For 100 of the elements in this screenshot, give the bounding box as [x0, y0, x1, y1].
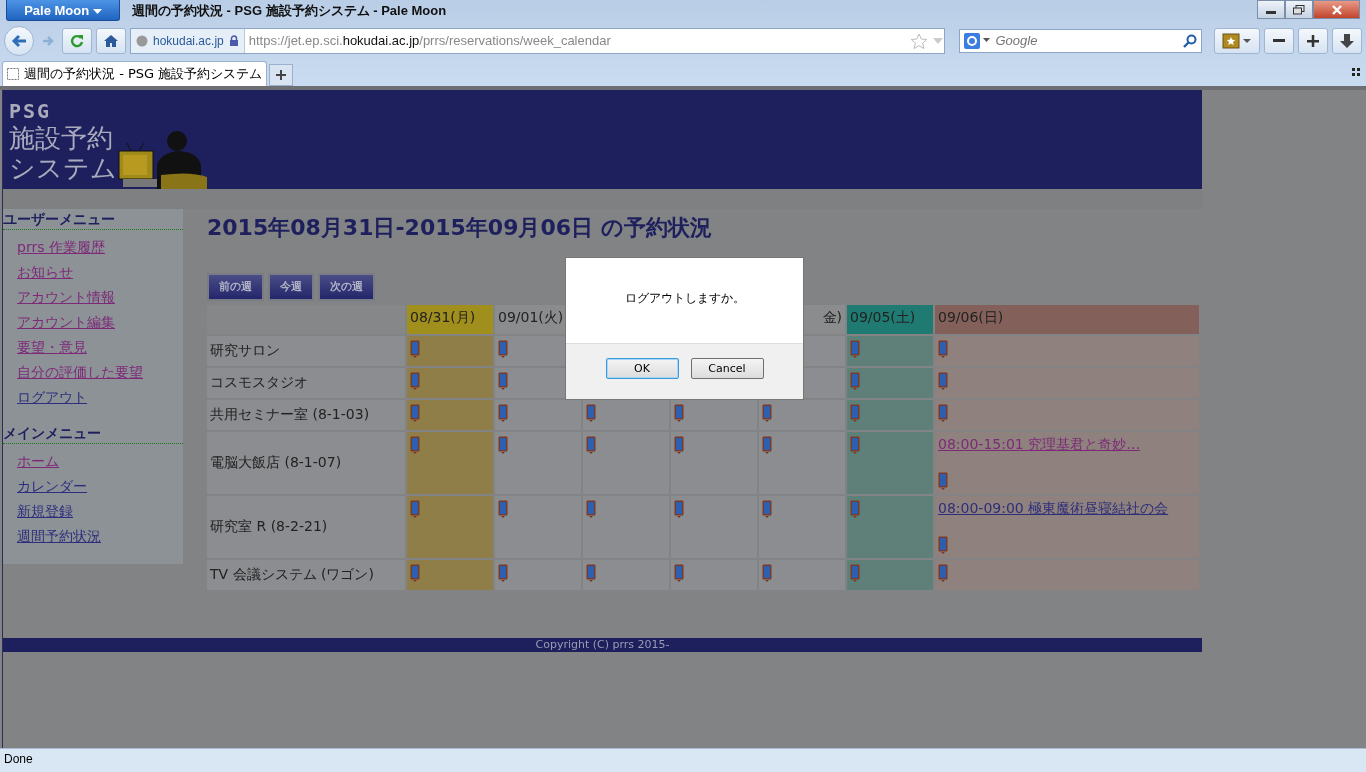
day-header: 09/06(日) — [935, 304, 1199, 334]
minimize-button[interactable] — [1257, 0, 1285, 19]
room-name: TV 会議システム (ワゴン) — [207, 559, 405, 590]
week-button[interactable]: 今週 — [268, 272, 314, 301]
browser-tab[interactable]: 週間の予約状況 - PSG 施設予約システム — [2, 60, 268, 86]
back-button[interactable] — [4, 25, 34, 56]
page-icon — [7, 67, 19, 80]
menu-link[interactable]: 自分の評価した要望 — [17, 363, 143, 382]
add-reservation-icon[interactable] — [938, 563, 948, 582]
room-name: 研究室 R (8-2-21) — [207, 495, 405, 558]
bookmark-star-icon — [1222, 32, 1253, 49]
add-reservation-icon[interactable] — [498, 403, 508, 422]
add-reservation-icon[interactable] — [674, 403, 684, 422]
add-reservation-icon[interactable] — [762, 403, 772, 422]
plus-icon — [1306, 33, 1320, 48]
add-reservation-icon[interactable] — [586, 563, 596, 582]
home-button[interactable] — [96, 27, 126, 54]
add-reservation-icon[interactable] — [498, 563, 508, 582]
restore-button[interactable] — [1285, 0, 1313, 19]
add-reservation-icon[interactable] — [850, 339, 860, 358]
logo-text: PSG — [9, 98, 53, 123]
add-reservation-icon[interactable] — [850, 435, 860, 454]
logo-text: システム — [9, 152, 117, 183]
app-menu-button[interactable]: Pale Moon — [6, 0, 120, 21]
add-reservation-icon[interactable] — [410, 563, 420, 582]
menu-link[interactable]: 週間予約状況 — [17, 527, 101, 546]
add-reservation-icon[interactable] — [938, 535, 948, 554]
close-icon — [1330, 4, 1343, 15]
room-name: 電脳大飯店 (8-1-07) — [207, 431, 405, 494]
reservation-link[interactable]: 08:00-15:01 究理基君と奇妙… — [938, 435, 1141, 454]
close-button[interactable] — [1313, 0, 1360, 19]
add-reservation-icon[interactable] — [674, 563, 684, 582]
zoom-in-button[interactable] — [1298, 27, 1328, 54]
add-reservation-icon[interactable] — [938, 471, 948, 490]
caret-icon — [92, 8, 102, 15]
menu-link[interactable]: prrs 作業履歴 — [17, 238, 105, 257]
add-reservation-icon[interactable] — [498, 371, 508, 390]
add-reservation-icon[interactable] — [850, 403, 860, 422]
reload-icon — [70, 33, 84, 48]
lock-icon — [228, 34, 239, 47]
caret-icon[interactable] — [983, 38, 991, 44]
add-reservation-icon[interactable] — [498, 435, 508, 454]
add-reservation-icon[interactable] — [850, 563, 860, 582]
menu-link[interactable]: お知らせ — [17, 263, 73, 282]
url-text: https://jet.ep.sci.hokudai.ac.jp/prrs/reservations/week_calendar — [248, 33, 612, 49]
bookmarks-button[interactable] — [1214, 27, 1260, 54]
site-identity[interactable]: hokudai.ac.jp — [131, 28, 245, 53]
add-reservation-icon[interactable] — [850, 371, 860, 390]
dialog-button[interactable]: Cancel — [690, 357, 764, 379]
add-reservation-icon[interactable] — [410, 435, 420, 454]
add-reservation-icon[interactable] — [938, 339, 948, 358]
minus-icon — [1273, 39, 1285, 43]
add-reservation-icon[interactable] — [762, 563, 772, 582]
menu-heading: ユーザーメニュー — [3, 208, 183, 230]
menu-link[interactable]: アカウント情報 — [17, 288, 115, 307]
logo-text: 施設予約 — [9, 122, 114, 153]
reload-button[interactable] — [62, 27, 92, 54]
menu-link[interactable]: 新規登録 — [17, 502, 73, 521]
menu-link[interactable]: ホーム — [17, 452, 59, 471]
home-icon — [103, 33, 119, 48]
week-button[interactable]: 前の週 — [207, 272, 264, 301]
room-name: コスモスタジオ — [207, 367, 405, 398]
add-reservation-icon[interactable] — [498, 339, 508, 358]
add-reservation-icon[interactable] — [586, 403, 596, 422]
zoom-out-button[interactable] — [1264, 27, 1294, 54]
add-reservation-icon[interactable] — [410, 403, 420, 422]
address-bar[interactable]: hokudai.ac.jp https://jet.ep.sci.hokudai.ac.jp/prrs/reservations/week_calendar — [130, 27, 946, 54]
search-engine-icon[interactable] — [964, 32, 981, 49]
add-reservation-icon[interactable] — [938, 371, 948, 390]
week-button[interactable]: 次の週 — [318, 272, 375, 301]
new-tab-button[interactable] — [269, 63, 294, 86]
menu-link[interactable]: ログアウト — [17, 388, 87, 407]
menu-link[interactable]: アカウント編集 — [17, 313, 115, 332]
add-reservation-icon[interactable] — [586, 499, 596, 518]
add-reservation-icon[interactable] — [410, 339, 420, 358]
dropdown-icon[interactable] — [932, 36, 945, 45]
add-reservation-icon[interactable] — [938, 403, 948, 422]
room-name: 共用セミナー室 (8-1-03) — [207, 399, 405, 430]
add-reservation-icon[interactable] — [410, 371, 420, 390]
menu-link[interactable]: 要望・意見 — [17, 338, 87, 357]
star-icon[interactable] — [910, 32, 929, 49]
day-header: 09/05(土) — [847, 304, 933, 334]
day-header: 08/31(月) — [407, 304, 493, 334]
add-reservation-icon[interactable] — [850, 499, 860, 518]
search-icon[interactable] — [1183, 33, 1198, 48]
add-reservation-icon[interactable] — [410, 499, 420, 518]
dialog-button[interactable]: OK — [605, 357, 679, 379]
reservation-link[interactable]: 08:00-09:00 極東魔術昼寝結社の会 — [938, 499, 1169, 518]
add-reservation-icon[interactable] — [674, 499, 684, 518]
downloads-button[interactable] — [1332, 27, 1362, 54]
dialog-message: ログアウトしますか。 — [624, 289, 745, 307]
add-reservation-icon[interactable] — [586, 435, 596, 454]
add-reservation-icon[interactable] — [762, 435, 772, 454]
search-bar[interactable]: Google — [959, 28, 1203, 53]
menu-link[interactable]: カレンダー — [17, 477, 87, 496]
add-reservation-icon[interactable] — [762, 499, 772, 518]
forward-arrow-icon — [42, 34, 54, 47]
add-reservation-icon[interactable] — [674, 435, 684, 454]
window-title: 週間の予約状況 - PSG 施設予約システム - Pale Moon — [132, 2, 447, 20]
add-reservation-icon[interactable] — [498, 499, 508, 518]
